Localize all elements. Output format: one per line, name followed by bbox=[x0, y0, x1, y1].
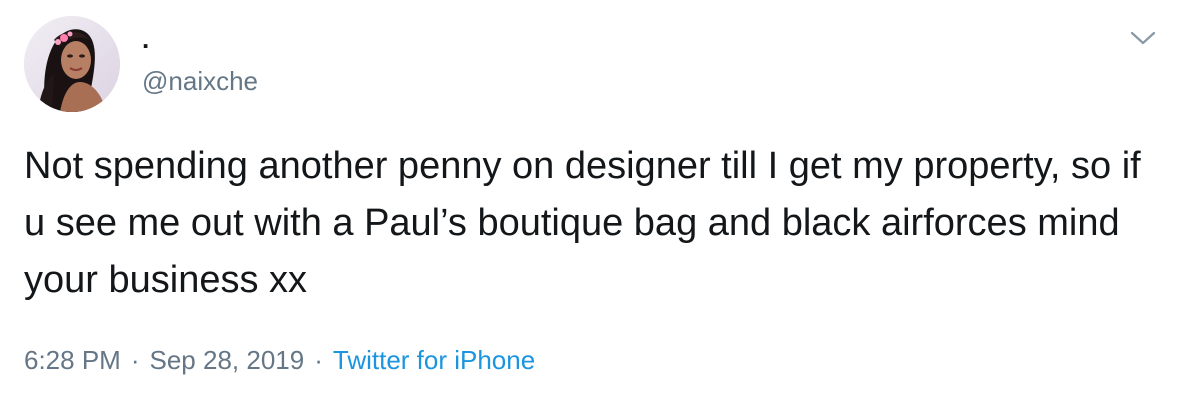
tweet-metadata: 6:28 PM · Sep 28, 2019 · Twitter for iPhone bbox=[24, 342, 535, 378]
chevron-down-icon[interactable] bbox=[1128, 26, 1158, 50]
avatar-image bbox=[24, 16, 120, 112]
user-handle[interactable]: @naixche bbox=[142, 64, 258, 98]
tweet-date[interactable]: Sep 28, 2019 bbox=[150, 345, 305, 375]
separator: · bbox=[314, 345, 323, 375]
tweet-text: Not spending another penny on designer t… bbox=[24, 145, 1152, 301]
tweet-source-link[interactable]: Twitter for iPhone bbox=[333, 345, 535, 375]
avatar[interactable] bbox=[24, 16, 120, 112]
display-name[interactable]: . bbox=[142, 22, 149, 56]
separator: · bbox=[130, 345, 140, 375]
tweet-card: . @naixche Not spending another penny on… bbox=[0, 0, 1182, 410]
tweet-time[interactable]: 6:28 PM bbox=[24, 345, 121, 375]
